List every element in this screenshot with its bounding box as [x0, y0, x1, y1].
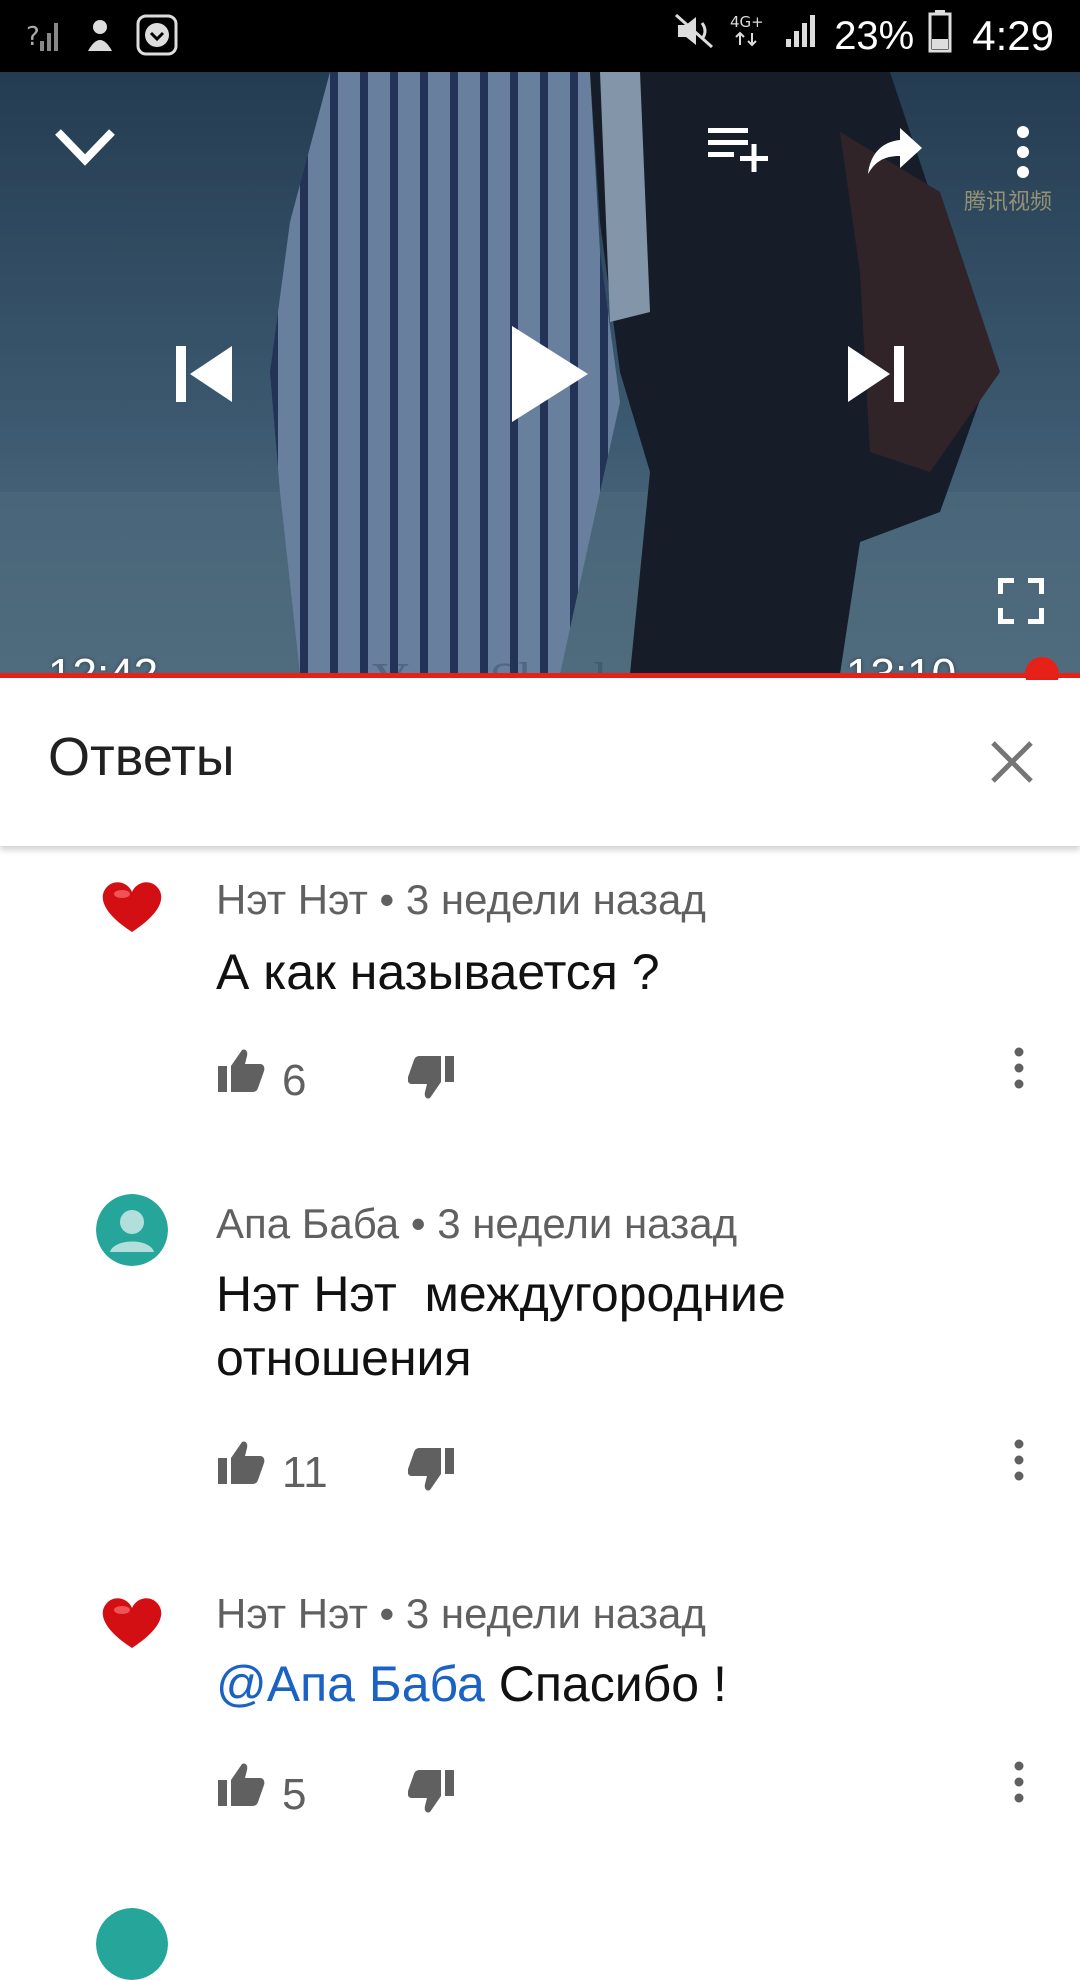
thumbs-down-icon [407, 1448, 454, 1491]
fullscreen-button[interactable] [997, 577, 1045, 629]
comment-meta: Нэт Нэт • 3 недели назад [216, 1590, 706, 1637]
duration: 13:10 [846, 650, 956, 674]
video-player[interactable]: 腾讯视频 Yana Shanko 12:42 13:10 [0, 72, 1080, 674]
add-to-queue-button[interactable] [706, 124, 770, 179]
like-button[interactable] [216, 1760, 266, 1813]
default-avatar-icon [96, 1908, 168, 1980]
thumbs-up-icon [218, 1049, 265, 1092]
watermark: Yana Shanko [372, 652, 646, 674]
comment-text: @Апа Баба Спасибо ! [216, 1656, 727, 1712]
mention-link[interactable]: @Апа Баба [216, 1656, 485, 1712]
default-avatar-icon [96, 1194, 168, 1266]
comment-actions: 5 [216, 1760, 1036, 1820]
avatar[interactable] [96, 1584, 168, 1656]
no-sim-signal-icon: ? [26, 15, 64, 60]
comment-actions: 11 [216, 1438, 1036, 1498]
comment-author[interactable]: Нэт Нэт [216, 1590, 368, 1637]
channel-logo: 腾讯视频 [963, 189, 1052, 214]
comment-menu-button[interactable] [1012, 1438, 1026, 1487]
elapsed-time: 12:42 [48, 650, 158, 674]
comment-time: 3 недели назад [405, 876, 706, 923]
svg-text:4G+: 4G+ [730, 13, 764, 31]
like-count: 11 [282, 1448, 328, 1497]
thumbs-down-icon [407, 1770, 454, 1813]
heart-avatar-icon [96, 868, 168, 940]
more-vert-icon [1017, 126, 1029, 178]
add-to-queue-icon [708, 128, 768, 172]
status-bar: ? 4G+ 23% 4:29 [0, 0, 1080, 72]
more-vert-icon [1014, 1761, 1024, 1803]
mute-vibrate-icon [672, 11, 716, 61]
app-notification-icon [82, 15, 118, 60]
clock: 4:29 [972, 12, 1054, 59]
more-vert-icon [1014, 1047, 1024, 1089]
next-button[interactable] [846, 344, 908, 409]
progress-bar[interactable] [0, 673, 1080, 678]
replies-title: Ответы [48, 727, 235, 787]
chevron-down-icon [55, 129, 115, 166]
comment-author[interactable]: Апа Баба [216, 1200, 399, 1247]
close-icon [991, 741, 1033, 783]
comment-menu-button[interactable] [1012, 1760, 1026, 1809]
fullscreen-icon [997, 577, 1045, 625]
comment-text: Нэт Нэт междугородние отношения [216, 1266, 800, 1386]
close-replies-button[interactable] [990, 740, 1034, 789]
like-button[interactable] [216, 1046, 266, 1099]
skip-previous-icon [176, 346, 232, 402]
replies-header: Ответы [0, 680, 1080, 846]
play-icon [512, 326, 588, 422]
dislike-button[interactable] [407, 1768, 456, 1819]
share-button[interactable] [866, 126, 924, 181]
comment-meta: Нэт Нэт • 3 недели назад [216, 876, 706, 923]
skip-next-icon [848, 346, 904, 402]
avatar[interactable] [96, 1194, 168, 1266]
like-count: 6 [282, 1056, 307, 1105]
thumbs-down-icon [407, 1056, 454, 1099]
signal-strength-icon [784, 11, 820, 61]
comment-author[interactable]: Нэт Нэт [216, 876, 368, 923]
heart-avatar-icon [96, 1584, 168, 1656]
more-options-button[interactable] [1010, 124, 1036, 185]
minimize-button[interactable] [50, 120, 120, 179]
previous-button[interactable] [172, 344, 234, 409]
avatar[interactable] [96, 868, 168, 940]
like-count: 5 [282, 1770, 307, 1819]
comment-meta: Апа Баба • 3 недели назад [216, 1200, 738, 1247]
play-button[interactable] [508, 324, 590, 429]
battery-percent: 23% [834, 13, 915, 58]
dislike-button[interactable] [407, 1446, 456, 1497]
svg-text:?: ? [26, 22, 40, 52]
dislike-button[interactable] [407, 1054, 456, 1105]
comment-time: 3 недели назад [405, 1590, 706, 1637]
thumbs-up-icon [218, 1441, 265, 1484]
comment-menu-button[interactable] [1012, 1046, 1026, 1095]
download-icon [136, 14, 178, 61]
more-vert-icon [1014, 1439, 1024, 1481]
battery-icon [928, 9, 952, 63]
share-icon [868, 128, 922, 174]
comment-text: А как называется ? [216, 944, 660, 1000]
like-button[interactable] [216, 1438, 266, 1491]
avatar[interactable] [96, 1908, 168, 1980]
thumbs-up-icon [218, 1763, 265, 1806]
network-type-icon: 4G+ [730, 11, 770, 61]
comment-actions: 6 [216, 1046, 1036, 1106]
comment-time: 3 недели назад [437, 1200, 738, 1247]
